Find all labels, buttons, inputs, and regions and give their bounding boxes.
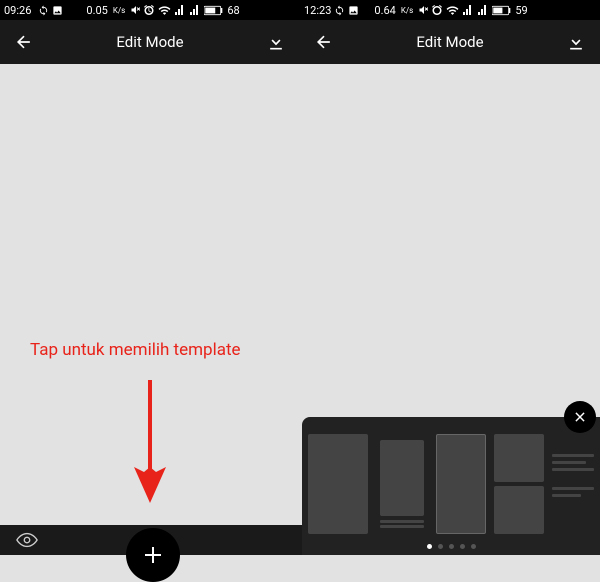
wifi-icon [446,4,459,17]
battery-icon [204,5,224,16]
page-dot[interactable] [438,544,443,549]
annotation-text: Tap untuk memilih template [30,340,241,360]
template-option[interactable] [552,434,594,534]
close-button[interactable] [564,401,596,433]
signal-icon-2 [477,4,489,16]
status-netunit-2: K/s [401,6,413,15]
preview-button[interactable] [12,525,42,555]
add-template-button[interactable] [126,528,180,582]
status-netspeed-2: 0.64 [374,4,395,17]
image-icon [348,5,359,16]
template-option[interactable] [494,434,544,534]
template-picker [302,417,600,555]
page-dot[interactable] [471,544,476,549]
status-time-2: 12:23 [304,4,331,17]
battery-icon [492,5,512,16]
signal-icon-2 [189,4,201,16]
page-title: Edit Mode [416,33,483,51]
sync-icon [334,5,345,16]
status-time: 09:26 [4,4,31,17]
sync-icon [38,5,49,16]
alarm-icon [143,4,155,16]
page-dot[interactable] [460,544,465,549]
page-indicator [302,544,600,555]
download-button[interactable] [264,30,288,54]
image-icon [52,5,63,16]
download-button[interactable] [564,30,588,54]
annotation-arrow-icon [130,375,170,505]
back-button[interactable] [312,30,336,54]
status-bar: 09:26 0.05 K/s 68 12:23 0.64 K/s [0,0,600,20]
signal-icon-1 [174,4,186,16]
app-bar: Edit Mode Edit Mode [0,20,600,64]
template-option[interactable] [436,434,486,534]
template-option[interactable] [308,434,368,534]
template-option[interactable] [376,434,428,534]
page-title: Edit Mode [116,33,183,51]
page-dot[interactable] [449,544,454,549]
signal-icon-1 [462,4,474,16]
mute-icon [416,4,428,16]
status-battery: 68 [227,4,239,17]
alarm-icon [431,4,443,16]
status-battery-2: 59 [515,4,527,17]
status-netspeed: 0.05 [86,4,107,17]
page-dot[interactable] [427,544,432,549]
status-netunit: K/s [113,6,125,15]
wifi-icon [158,4,171,17]
mute-icon [128,4,140,16]
back-button[interactable] [12,30,36,54]
